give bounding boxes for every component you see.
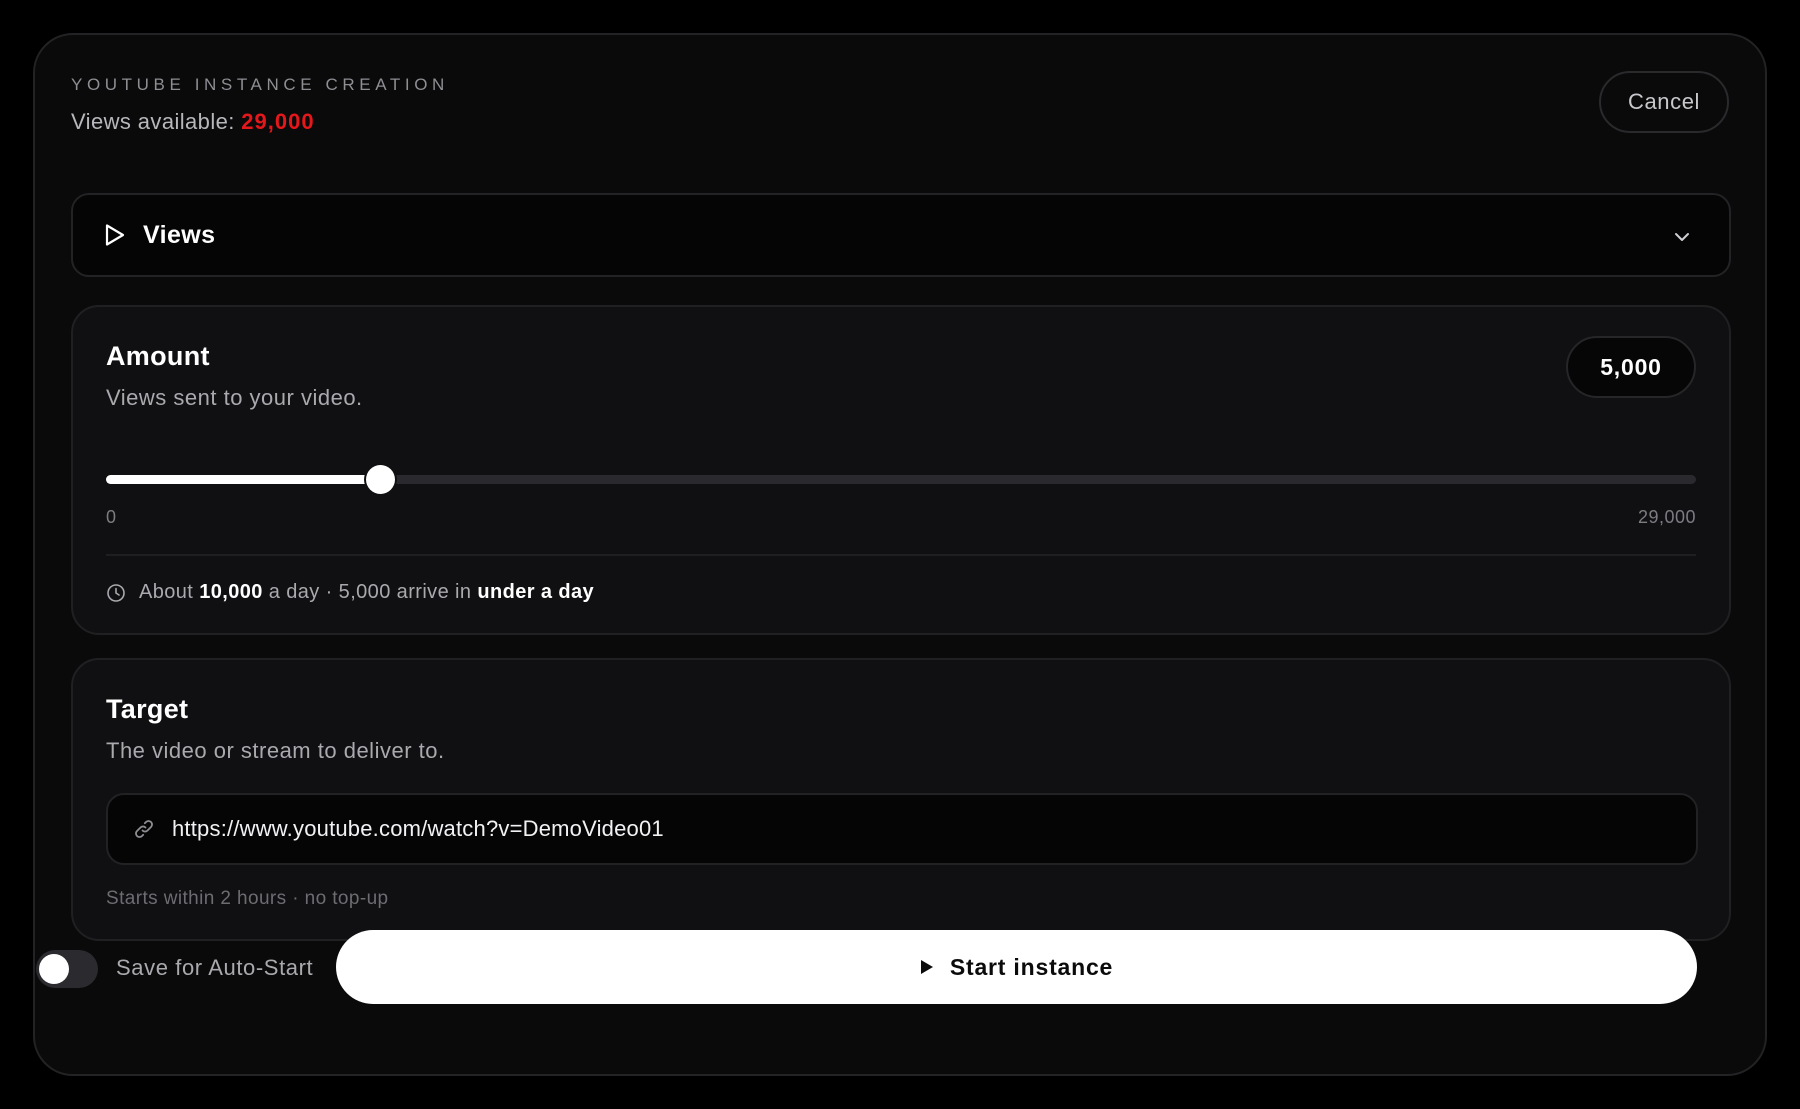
- slider-fill: [106, 475, 381, 484]
- views-available-value: 29,000: [241, 109, 315, 134]
- service-select[interactable]: Views: [71, 193, 1731, 277]
- link-icon: [135, 820, 153, 838]
- start-instance-button[interactable]: Start instance: [336, 930, 1697, 1004]
- target-hint: Starts within 2 hours · no top-up: [106, 888, 389, 909]
- target-card: Target The video or stream to deliver to…: [71, 658, 1731, 941]
- amount-title: Amount: [106, 341, 210, 371]
- play-solid-icon: [920, 960, 933, 974]
- target-url-value: https://www.youtube.com/watch?v=DemoVide…: [172, 816, 664, 841]
- amount-subtitle: Views sent to your video.: [106, 385, 363, 410]
- eta-rate: 10,000: [199, 581, 263, 603]
- target-title: Target: [106, 694, 189, 724]
- toggle-knob: [39, 954, 69, 984]
- play-outline-icon: [105, 224, 125, 246]
- eta-mid: a day · 5,000 arrive in: [268, 581, 472, 603]
- clock-icon: [107, 583, 125, 602]
- target-url-input[interactable]: https://www.youtube.com/watch?v=DemoVide…: [106, 793, 1698, 865]
- instance-creation-panel: YOUTUBE INSTANCE CREATION Views availabl…: [33, 33, 1767, 1076]
- panel-eyebrow: YOUTUBE INSTANCE CREATION: [71, 75, 449, 94]
- service-select-value: Views: [143, 220, 216, 249]
- divider: [106, 554, 1696, 556]
- chevron-down-icon: [1675, 233, 1689, 241]
- slider-max-label: 29,000: [1637, 507, 1696, 527]
- start-instance-label: Start instance: [949, 953, 1114, 980]
- delivery-estimate: About 10,000 a day · 5,000 arrive in und…: [106, 581, 594, 604]
- slider-thumb[interactable]: [366, 465, 396, 494]
- eta-prefix: About: [139, 581, 194, 603]
- target-subtitle: The video or stream to deliver to.: [106, 738, 445, 763]
- auto-start-label[interactable]: Save for Auto-Start: [116, 955, 313, 981]
- cancel-button[interactable]: Cancel: [1599, 71, 1729, 133]
- slider-min-label: 0: [106, 507, 117, 527]
- amount-card: Amount Views sent to your video. 5,000 0…: [71, 305, 1731, 635]
- views-available: Views available: 29,000: [71, 109, 315, 135]
- amount-value-input[interactable]: 5,000: [1566, 336, 1696, 398]
- amount-slider[interactable]: [106, 464, 1696, 494]
- eta-duration: under a day: [477, 581, 595, 603]
- auto-start-toggle[interactable]: [36, 950, 98, 988]
- views-available-label: Views available:: [71, 109, 235, 134]
